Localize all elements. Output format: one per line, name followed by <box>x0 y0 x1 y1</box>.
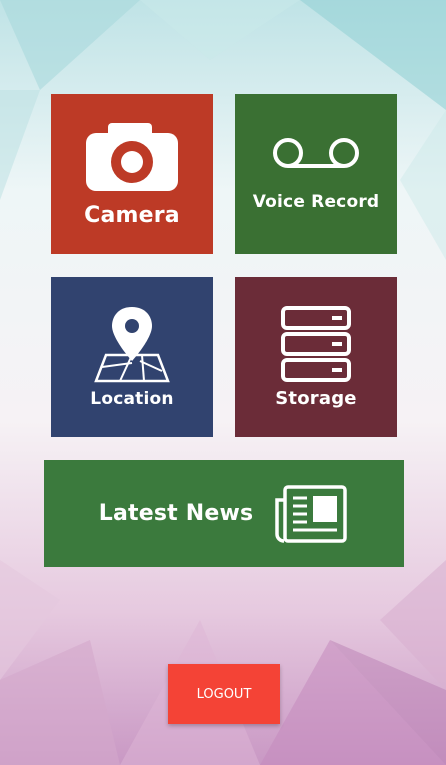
logout-button[interactable]: LOGOUT <box>168 664 280 724</box>
camera-label: Camera <box>84 202 180 228</box>
server-icon <box>281 305 351 382</box>
latest-news-label: Latest News <box>98 501 254 526</box>
location-label: Location <box>90 389 174 409</box>
newspaper-icon <box>275 484 348 543</box>
camera-tile[interactable]: Camera <box>51 94 213 254</box>
storage-label: Storage <box>275 387 357 409</box>
location-tile[interactable]: Location <box>51 277 213 437</box>
voicemail-icon <box>273 138 359 168</box>
latest-news-tile[interactable]: Latest News <box>44 460 404 567</box>
camera-icon <box>86 122 178 191</box>
map-pin-icon <box>94 307 170 383</box>
storage-tile[interactable]: Storage <box>235 277 397 437</box>
voice-record-tile[interactable]: Voice Record <box>235 94 397 254</box>
voice-record-label: Voice Record <box>252 192 380 212</box>
